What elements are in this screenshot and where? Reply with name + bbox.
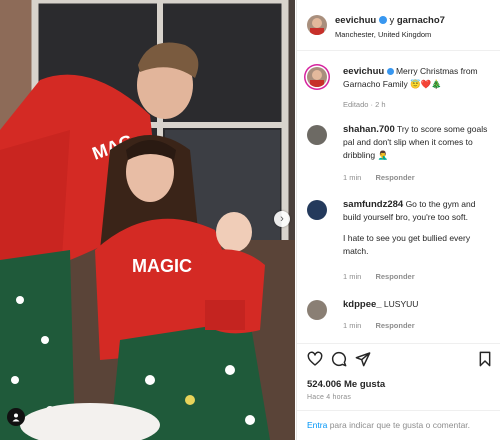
post-sidebar: eevichuu y garnacho7 Manchester, United … (296, 0, 500, 440)
coauthor-connector: y (389, 15, 395, 26)
verified-badge-icon (378, 16, 387, 25)
comment-icon[interactable] (331, 351, 347, 367)
post-date: Hace 4 horas (307, 394, 352, 401)
comment-meta: 1 min Responder (343, 270, 427, 283)
photo-sweater-text: MAGIC (132, 256, 192, 276)
login-link[interactable]: Entra (307, 420, 327, 430)
comment-text-block: kdppee_ LUSYUU (343, 298, 493, 311)
comment-text: LUSYUU (383, 299, 419, 309)
comment-username[interactable]: kdppee_ (343, 299, 382, 310)
coauthor-username[interactable]: garnacho7 (397, 15, 445, 26)
commenter-avatar[interactable] (307, 125, 327, 145)
caption-meta: Editado · 2 h (343, 100, 386, 109)
commenter-avatar[interactable] (307, 200, 327, 220)
comment-text-block: samfundz284 Go to the gym and build your… (343, 198, 493, 258)
verified-badge-icon (386, 68, 394, 76)
next-photo-chevron-right-icon[interactable]: › (274, 211, 290, 227)
user-tag-icon[interactable] (7, 408, 25, 426)
login-prompt-rest: para indicar que te gusta o comentar. (327, 420, 471, 430)
reply-button[interactable]: Responder (375, 272, 414, 281)
caption-username[interactable]: eevichuu (343, 66, 384, 77)
comment-username[interactable]: samfundz284 (343, 199, 403, 210)
post-actions (297, 343, 500, 372)
family-photo: MAG MAGIC (0, 0, 295, 440)
comment-text-block: shahan.700 Try to score some goals pal a… (343, 123, 493, 162)
bookmark-icon[interactable] (477, 351, 493, 367)
instagram-post-window: MAG MAGIC › eevichuu y garnacho7 Manches… (0, 0, 500, 440)
reply-button[interactable]: Responder (375, 173, 414, 182)
login-prompt-text: Entra para indicar que te gusta o coment… (307, 420, 470, 430)
comment-meta: 1 min Responder (343, 319, 427, 332)
author-username[interactable]: eevichuu (335, 15, 376, 26)
login-prompt: Entra para indicar que te gusta o coment… (297, 410, 500, 441)
author-avatar[interactable] (307, 15, 327, 35)
post-header: eevichuu y garnacho7 Manchester, United … (297, 0, 500, 51)
heart-icon[interactable] (307, 351, 323, 367)
caption-emojis: 😇❤️🎄 (410, 79, 442, 89)
likes-count[interactable]: 524.006 Me gusta (307, 379, 385, 390)
reply-button[interactable]: Responder (375, 321, 414, 330)
post-location[interactable]: Manchester, United Kingdom (335, 30, 431, 39)
caption-avatar[interactable] (307, 67, 327, 87)
author-line: eevichuu y garnacho7 (335, 15, 445, 26)
share-icon[interactable] (355, 351, 371, 367)
comment-time: 1 min (343, 321, 362, 330)
comment-text-continued: I hate to see you get bullied every matc… (343, 233, 471, 256)
post-photo[interactable]: MAG MAGIC › (0, 0, 295, 440)
commenter-avatar[interactable] (307, 300, 327, 320)
caption-text-block: eevichuu Merry Christmas from Garnacho F… (343, 65, 493, 91)
comment-time: 1 min (343, 272, 362, 281)
comment-meta: 1 min Responder (343, 171, 427, 184)
comment-username[interactable]: shahan.700 (343, 124, 395, 135)
comment-time: 1 min (343, 173, 362, 182)
